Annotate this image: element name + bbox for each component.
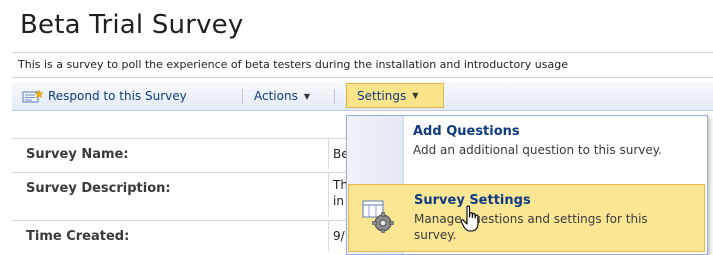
menu-item-description: Add an additional question to this surve… xyxy=(413,143,662,157)
property-label: Survey Description: xyxy=(26,181,171,196)
chevron-down-icon: ▼ xyxy=(412,91,419,100)
property-value: Th in xyxy=(328,173,348,217)
survey-description-text: This is a survey to poll the experience … xyxy=(18,58,568,71)
respond-button[interactable]: Respond to this Survey xyxy=(22,82,187,110)
toolbar-separator xyxy=(242,89,243,104)
chevron-down-icon: ▼ xyxy=(303,91,310,101)
survey-settings-gear-icon xyxy=(361,199,395,233)
toolbar-separator xyxy=(334,89,335,104)
hand-pointer-cursor-icon xyxy=(460,205,484,233)
settings-dropdown-menu: Add Questions Add an additional question… xyxy=(346,115,708,255)
menu-item-title: Add Questions xyxy=(413,124,520,139)
page-title: Beta Trial Survey xyxy=(20,10,244,40)
property-value: 9/ xyxy=(328,221,345,251)
property-row: Survey Name: Be xyxy=(12,138,352,173)
menu-item-description: Manage questions and settings for this s… xyxy=(414,212,648,242)
property-label: Time Created: xyxy=(26,229,130,244)
menu-item-survey-settings[interactable]: Survey Settings Manage questions and set… xyxy=(348,184,705,252)
property-row: Survey Description: Th in xyxy=(12,172,352,221)
actions-label: Actions xyxy=(254,89,298,103)
respond-button-label: Respond to this Survey xyxy=(48,89,187,103)
settings-menu-button[interactable]: Settings ▼ xyxy=(346,83,444,108)
respond-survey-icon xyxy=(22,89,44,103)
toolbar: Respond to this Survey Actions ▼ Setting… xyxy=(12,82,713,111)
description-bar: This is a survey to poll the experience … xyxy=(12,52,713,78)
property-label: Survey Name: xyxy=(26,147,129,162)
settings-label: Settings xyxy=(357,88,407,103)
property-row: Time Created: 9/ xyxy=(12,220,352,254)
actions-menu-button[interactable]: Actions ▼ xyxy=(254,82,310,110)
menu-item-add-questions[interactable]: Add Questions Add an additional question… xyxy=(347,116,707,180)
